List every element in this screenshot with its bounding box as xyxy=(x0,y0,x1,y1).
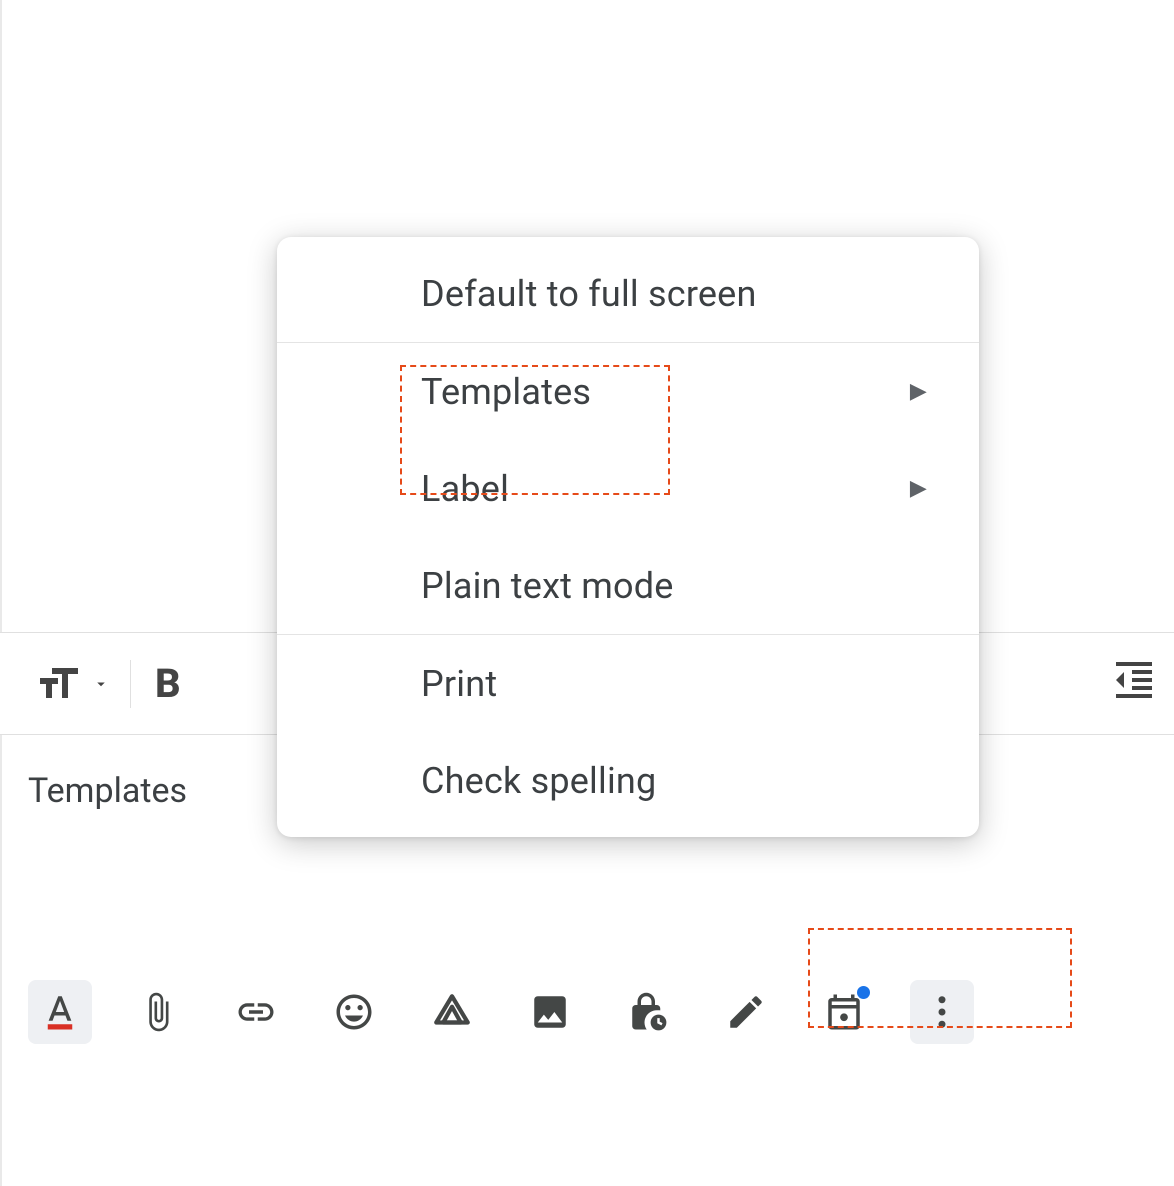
menu-item-check-spelling[interactable]: Check spelling xyxy=(277,732,979,829)
menu-item-label[interactable]: Label ▶ xyxy=(277,440,979,537)
menu-item-label: Print xyxy=(421,663,497,705)
insert-image-button[interactable] xyxy=(518,980,582,1044)
insert-emoji-button[interactable] xyxy=(322,980,386,1044)
more-options-menu: Default to full screen Templates ▶ Label… xyxy=(277,237,979,837)
menu-item-label: Check spelling xyxy=(421,760,656,802)
drive-icon xyxy=(431,991,473,1033)
paperclip-icon xyxy=(137,991,179,1033)
chevron-right-icon: ▶ xyxy=(910,476,927,501)
pen-icon xyxy=(725,991,767,1033)
outdent-button[interactable] xyxy=(1110,656,1158,708)
more-options-button[interactable] xyxy=(910,980,974,1044)
templates-text: Templates xyxy=(28,771,187,811)
caret-down-icon xyxy=(92,675,110,693)
bold-label: B xyxy=(155,660,181,707)
menu-item-plaintext[interactable]: Plain text mode xyxy=(277,537,979,634)
menu-item-default-fullscreen[interactable]: Default to full screen xyxy=(277,245,979,342)
schedule-send-button[interactable] xyxy=(812,980,876,1044)
menu-item-templates[interactable]: Templates ▶ xyxy=(277,343,979,440)
insert-signature-button[interactable] xyxy=(714,980,778,1044)
text-size-icon xyxy=(34,660,82,708)
bold-button[interactable]: B xyxy=(137,660,199,707)
outdent-icon xyxy=(1110,656,1158,704)
text-size-button[interactable] xyxy=(20,652,124,716)
chevron-right-icon: ▶ xyxy=(910,379,927,404)
menu-item-label: Label xyxy=(421,468,509,510)
menu-item-label: Templates xyxy=(421,371,591,413)
toolbar-divider xyxy=(130,660,131,708)
insert-drive-button[interactable] xyxy=(420,980,484,1044)
insert-link-button[interactable] xyxy=(224,980,288,1044)
image-icon xyxy=(529,991,571,1033)
menu-item-print[interactable]: Print xyxy=(277,635,979,732)
emoji-icon xyxy=(333,991,375,1033)
format-options-button[interactable] xyxy=(28,980,92,1044)
menu-item-label: Plain text mode xyxy=(421,565,674,607)
confidential-mode-button[interactable] xyxy=(616,980,680,1044)
notification-dot xyxy=(857,986,870,999)
more-vert-icon xyxy=(921,991,963,1033)
link-icon xyxy=(235,991,277,1033)
attach-button[interactable] xyxy=(126,980,190,1044)
lock-clock-icon xyxy=(627,991,669,1033)
menu-item-label: Default to full screen xyxy=(421,273,757,315)
bottom-toolbar xyxy=(0,980,1174,1044)
text-format-icon xyxy=(39,991,81,1033)
